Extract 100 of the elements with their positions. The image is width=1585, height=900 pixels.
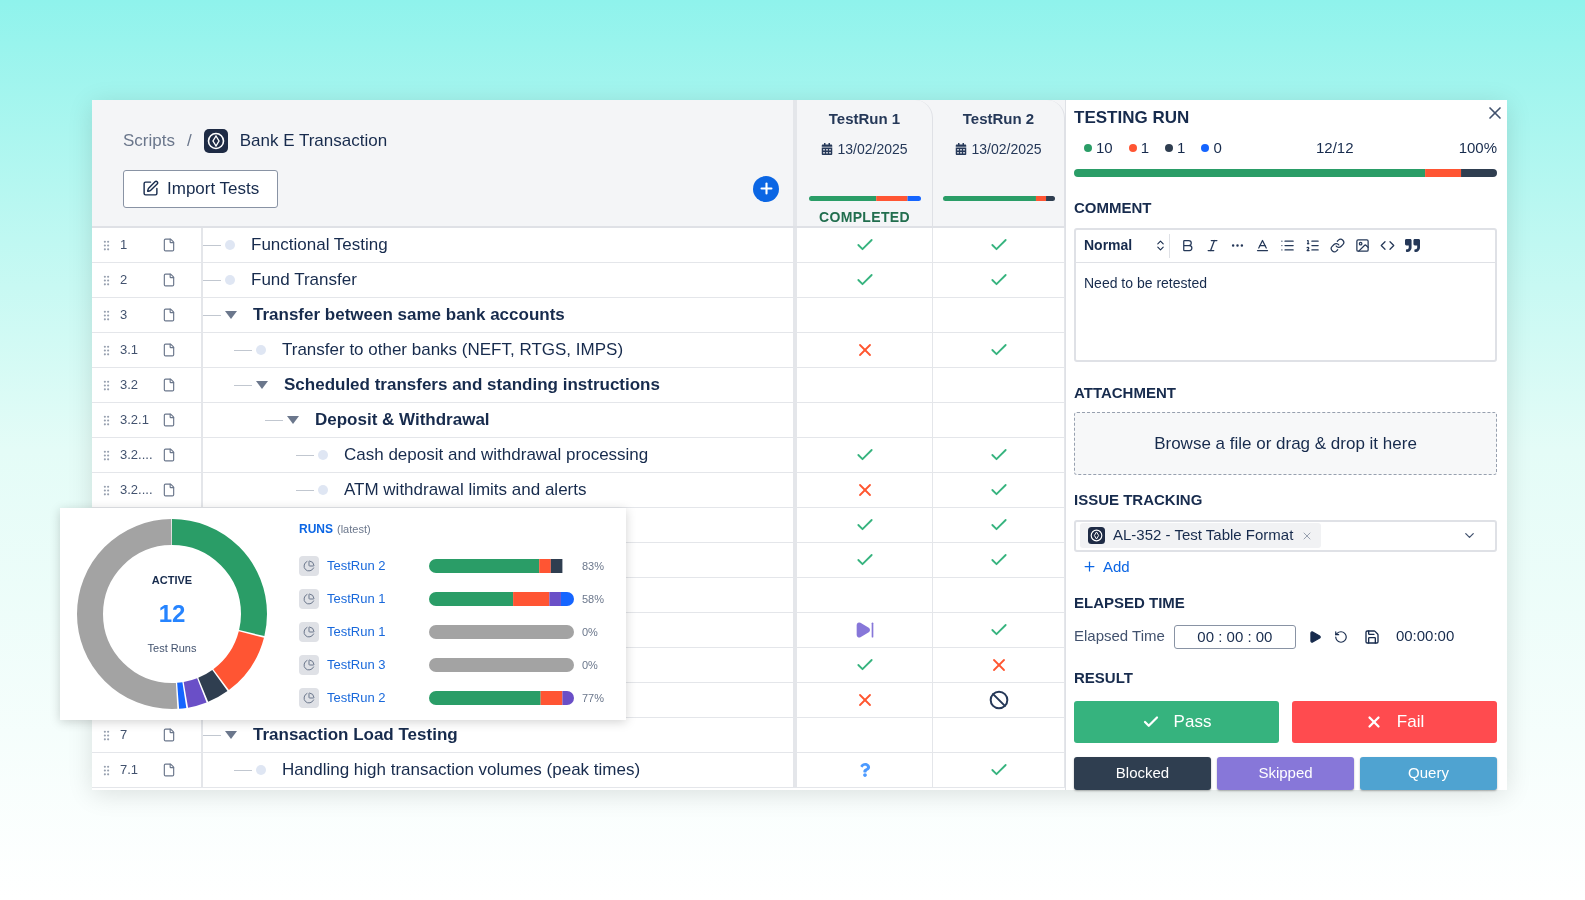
result-button[interactable]: Skipped (1217, 757, 1354, 790)
breadcrumb-link[interactable]: Scripts (123, 128, 175, 154)
image-icon[interactable] (1355, 238, 1370, 254)
bullet-list-icon[interactable] (1280, 238, 1295, 254)
blocked-icon (988, 690, 1009, 710)
donut-status: ACTIVE (151, 572, 193, 588)
file-icon (162, 413, 176, 427)
run-status: COMPLETED (818, 207, 910, 227)
run-name: TestRun 2 (962, 109, 1035, 129)
run-link[interactable]: TestRun 2 (327, 556, 429, 576)
run-link[interactable]: TestRun 3 (327, 655, 429, 675)
calendar-icon (821, 143, 834, 155)
numbered-list-icon[interactable] (1305, 238, 1320, 254)
section-label: COMMENT (1074, 198, 1153, 219)
file-icon (162, 378, 176, 392)
progress-percent: 100% (1458, 137, 1497, 158)
issue-select[interactable]: AL-352 - Test Table Format (1074, 519, 1497, 552)
edit-square-icon (142, 180, 159, 197)
section-label: ISSUE TRACKING (1074, 490, 1204, 511)
row-number: 3.2.... (120, 481, 154, 500)
breadcrumb-current: Bank E Transaction (239, 130, 388, 152)
test-title[interactable]: ATM withdrawal limits and alerts (344, 477, 587, 503)
file-icon (162, 308, 176, 322)
format-select[interactable]: Normal (1084, 233, 1170, 258)
add-issue-link[interactable]: Add (1082, 555, 1130, 578)
file-icon (162, 763, 176, 777)
bold-icon[interactable] (1180, 238, 1195, 254)
runs-note: (latest) (337, 521, 371, 537)
calendar-icon (955, 143, 968, 155)
status-count: 0 (1213, 137, 1222, 158)
file-drop-zone[interactable]: Browse a file or drag & drop it here (1074, 412, 1497, 476)
bullet-icon (318, 485, 328, 495)
plus-icon (1082, 559, 1097, 575)
test-title[interactable]: Fund Transfer (251, 267, 357, 293)
skip-forward-icon (854, 620, 875, 640)
test-title[interactable]: Transfer between same bank accounts (253, 302, 565, 328)
quote-icon[interactable] (1405, 238, 1420, 254)
run-percent: 0% (582, 657, 598, 673)
bullet-icon (225, 275, 235, 285)
row-number: 3.2 (120, 376, 140, 395)
comment-text: Need to be retested (1083, 273, 1208, 293)
logo-icon (203, 128, 228, 153)
donut-count: 12 (158, 599, 186, 629)
run-percent: 58% (582, 591, 605, 607)
row-number: 7.1 (120, 761, 140, 780)
elapsed-total: 00:00:00 (1395, 626, 1455, 647)
pie-chart-icon (299, 688, 319, 708)
link-icon[interactable] (1330, 238, 1345, 254)
text-color-icon[interactable] (1255, 238, 1270, 254)
italic-icon[interactable] (1205, 238, 1220, 254)
bullet-icon (225, 240, 235, 250)
reset-icon[interactable] (1333, 629, 1348, 644)
run-date: 13/02/2025 (971, 139, 1042, 159)
test-title[interactable]: Functional Testing (251, 232, 388, 258)
test-title[interactable]: Cash deposit and withdrawal processing (344, 442, 649, 468)
file-icon (162, 343, 176, 357)
row-number: 3.2.... (120, 446, 154, 465)
plus-icon (757, 180, 775, 197)
caret-down-icon[interactable] (225, 730, 237, 740)
bullet-icon (318, 450, 328, 460)
run-name: TestRun 1 (828, 109, 901, 129)
pie-chart-icon (299, 655, 319, 675)
run-percent: 83% (582, 558, 605, 574)
run-link[interactable]: TestRun 1 (327, 622, 429, 642)
run-link[interactable]: TestRun 1 (327, 589, 429, 609)
status-count: 1 (1140, 137, 1150, 158)
test-title[interactable]: Transaction Load Testing (253, 722, 458, 748)
add-button[interactable] (753, 175, 779, 202)
breadcrumb-separator: / (186, 130, 192, 152)
save-icon[interactable] (1363, 628, 1380, 645)
import-tests-button[interactable]: Import Tests (123, 169, 279, 208)
issue-tag-text: AL-352 - Test Table Format (1113, 525, 1294, 546)
row-number: 3 (120, 306, 129, 325)
file-icon (162, 273, 176, 287)
test-title[interactable]: Handling high transaction volumes (peak times) (282, 757, 641, 783)
section-label: ELAPSED TIME (1074, 593, 1186, 613)
panel-title: TESTING RUN (1074, 106, 1190, 129)
pie-chart-icon (299, 556, 319, 576)
row-number: 1 (120, 236, 129, 255)
test-title[interactable]: Transfer to other banks (NEFT, RTGS, IMPS) (282, 337, 624, 363)
result-button[interactable]: Blocked (1074, 757, 1211, 790)
elapsed-time-field[interactable]: 00 : 00 : 00 (1173, 624, 1296, 649)
status-count: 1 (1177, 137, 1186, 158)
section-label: ATTACHMENT (1074, 382, 1177, 403)
test-title[interactable]: Scheduled transfers and standing instructions (284, 372, 660, 398)
comment-editor[interactable]: Normal Need to be retested (1074, 227, 1497, 362)
logo-icon (1088, 527, 1105, 545)
test-title[interactable]: Deposit & Withdrawal (315, 407, 490, 433)
bullet-icon (256, 345, 266, 355)
caret-down-icon[interactable] (256, 380, 268, 390)
row-number: 3.2.1 (120, 411, 150, 430)
play-icon[interactable] (1307, 629, 1322, 644)
run-link[interactable]: TestRun 2 (327, 688, 429, 708)
row-number: 3.1 (120, 341, 140, 360)
caret-down-icon[interactable] (287, 415, 299, 425)
bullet-icon (256, 765, 266, 775)
run-date: 13/02/2025 (837, 139, 908, 159)
file-icon (162, 483, 176, 497)
pie-chart-icon (299, 589, 319, 609)
caret-down-icon[interactable] (225, 310, 237, 320)
